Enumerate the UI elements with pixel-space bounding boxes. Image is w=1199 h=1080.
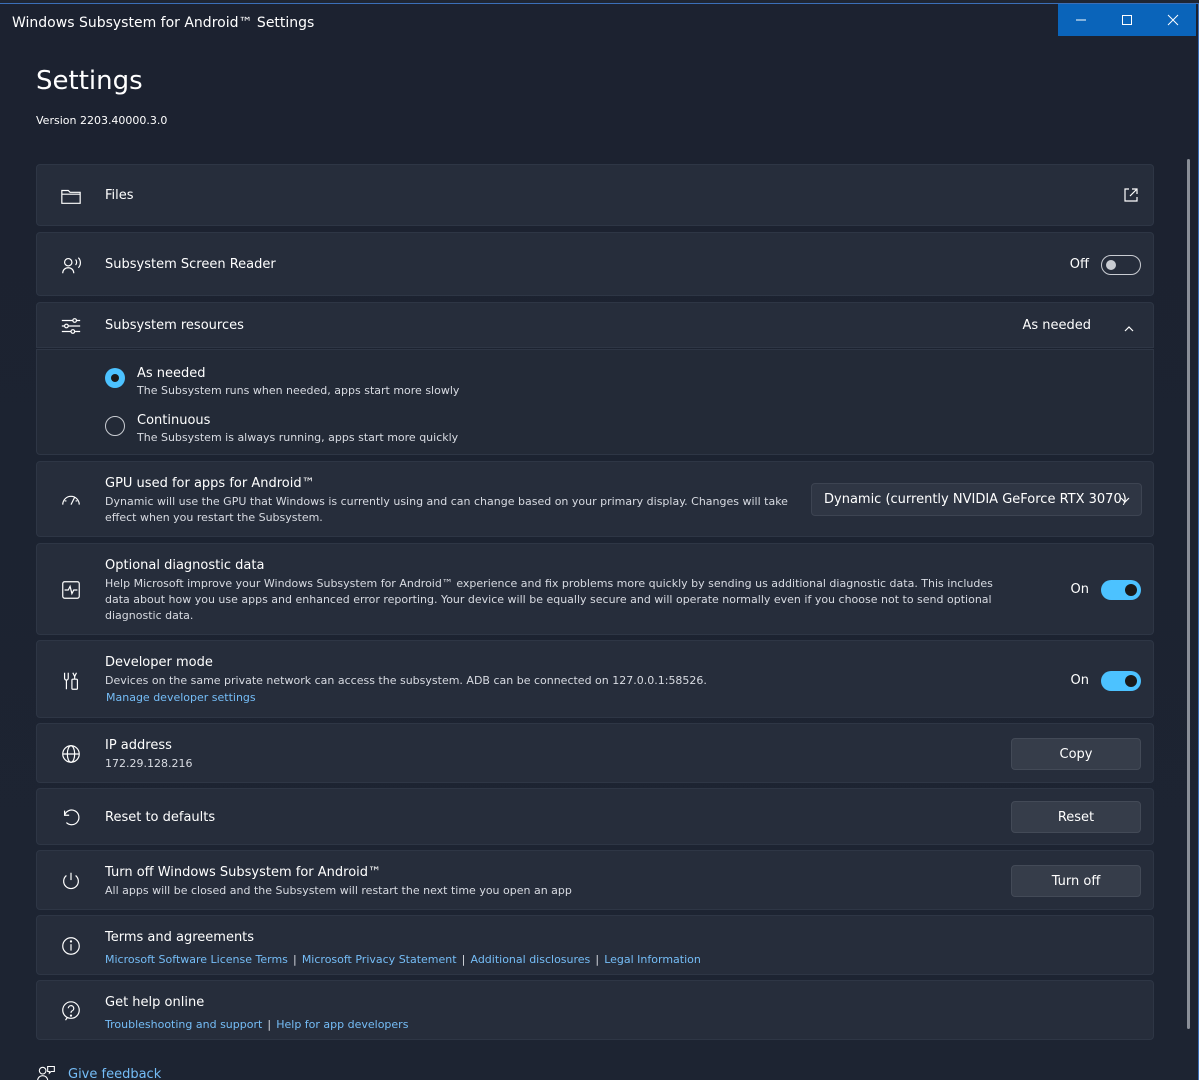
- files-label: Files: [105, 188, 134, 203]
- developer-row: Developer mode Devices on the same priva…: [36, 640, 1154, 718]
- help-row: Get help online Troubleshooting and supp…: [36, 980, 1154, 1040]
- separator: |: [293, 953, 297, 966]
- radio-as-needed[interactable]: [105, 368, 125, 388]
- folder-icon: [59, 184, 83, 208]
- developer-label: Developer mode: [105, 655, 213, 670]
- give-feedback-link[interactable]: Give feedback: [36, 1064, 161, 1080]
- copy-button[interactable]: Copy: [1011, 738, 1141, 770]
- open-external-icon[interactable]: [1123, 187, 1139, 203]
- maximize-icon: [1122, 15, 1132, 25]
- chevron-up-icon[interactable]: [1123, 320, 1135, 339]
- screen-reader-label: Subsystem Screen Reader: [105, 257, 276, 272]
- give-feedback-label: Give feedback: [68, 1066, 162, 1080]
- resources-header[interactable]: Subsystem resources As needed: [36, 302, 1154, 348]
- resources-options: As needed The Subsystem runs when needed…: [36, 349, 1154, 455]
- option-continuous-title: Continuous: [137, 413, 211, 428]
- license-terms-link[interactable]: Microsoft Software License Terms: [105, 953, 288, 966]
- terms-row: Terms and agreements Microsoft Software …: [36, 915, 1154, 975]
- settings-window: Windows Subsystem for Android™ Settings …: [0, 3, 1199, 1080]
- screen-reader-state: Off: [1069, 257, 1089, 272]
- globe-icon: [59, 742, 83, 766]
- manage-developer-settings-link[interactable]: Manage developer settings: [106, 691, 256, 704]
- terms-links: Microsoft Software License Terms | Micro…: [105, 948, 701, 967]
- minimize-button[interactable]: [1058, 4, 1104, 36]
- privacy-statement-link[interactable]: Microsoft Privacy Statement: [302, 953, 457, 966]
- diagnostic-toggle[interactable]: [1101, 580, 1141, 600]
- resources-value: As needed: [1022, 318, 1091, 333]
- option-as-needed-title: As needed: [137, 366, 206, 381]
- turnoff-label: Turn off Windows Subsystem for Android™: [105, 865, 382, 880]
- screen-reader-toggle[interactable]: [1101, 255, 1141, 275]
- gpu-dropdown[interactable]: Dynamic (currently NVIDIA GeForce RTX 30…: [811, 483, 1142, 516]
- help-links: Troubleshooting and support | Help for a…: [105, 1013, 408, 1032]
- scrollbar[interactable]: [1187, 159, 1190, 1029]
- terms-label: Terms and agreements: [105, 930, 255, 945]
- option-continuous-desc: The Subsystem is always running, apps st…: [137, 431, 459, 444]
- close-button[interactable]: [1150, 4, 1196, 36]
- turnoff-desc: All apps will be closed and the Subsyste…: [105, 884, 572, 897]
- chevron-down-icon: [1120, 497, 1130, 503]
- developer-toggle[interactable]: [1101, 671, 1141, 691]
- gpu-selected: Dynamic (currently NVIDIA GeForce RTX 30…: [824, 492, 1127, 507]
- ip-label: IP address: [105, 738, 172, 753]
- close-icon: [1167, 14, 1179, 26]
- resources-label: Subsystem resources: [105, 318, 244, 333]
- screen-reader-row: Subsystem Screen Reader Off: [36, 232, 1154, 296]
- version-label: Version 2203.40000.3.0: [36, 114, 168, 127]
- radio-continuous[interactable]: [105, 416, 125, 436]
- info-icon: [59, 934, 83, 958]
- help-label: Get help online: [105, 995, 205, 1010]
- diagnostic-row: Optional diagnostic data Help Microsoft …: [36, 543, 1154, 635]
- diagnostic-desc: Help Microsoft improve your Windows Subs…: [105, 577, 993, 622]
- screen-reader-icon: [59, 253, 83, 277]
- turnoff-row: Turn off Windows Subsystem for Android™ …: [36, 850, 1154, 910]
- gauge-icon: [59, 488, 83, 512]
- reset-row: Reset to defaults Reset: [36, 788, 1154, 845]
- diagnostic-state: On: [1070, 582, 1089, 597]
- sliders-icon: [59, 314, 83, 338]
- ip-value: 172.29.128.216: [105, 757, 193, 770]
- additional-disclosures-link[interactable]: Additional disclosures: [470, 953, 590, 966]
- minimize-icon: [1076, 19, 1086, 21]
- maximize-button[interactable]: [1104, 4, 1150, 36]
- reset-button[interactable]: Reset: [1011, 801, 1141, 833]
- turn-off-button[interactable]: Turn off: [1011, 865, 1141, 897]
- page-title: Settings: [36, 66, 143, 96]
- gpu-desc: Dynamic will use the GPU that Windows is…: [105, 495, 788, 524]
- gpu-row: GPU used for apps for Android™ Dynamic w…: [36, 461, 1154, 537]
- gpu-label: GPU used for apps for Android™: [105, 476, 315, 491]
- option-as-needed-desc: The Subsystem runs when needed, apps sta…: [137, 384, 460, 397]
- developer-desc: Devices on the same private network can …: [105, 674, 707, 687]
- separator: |: [267, 1018, 272, 1031]
- separator: |: [461, 953, 466, 966]
- help-icon: [59, 999, 83, 1023]
- title-bar: Windows Subsystem for Android™ Settings: [0, 4, 1198, 38]
- window-controls: [1058, 4, 1196, 36]
- power-icon: [59, 869, 83, 893]
- ip-row: IP address 172.29.128.216 Copy: [36, 723, 1154, 783]
- feedback-icon: [37, 1065, 55, 1080]
- legal-information-link[interactable]: Legal Information: [604, 953, 701, 966]
- reset-label: Reset to defaults: [105, 810, 216, 825]
- pulse-icon: [59, 578, 83, 602]
- troubleshooting-link[interactable]: Troubleshooting and support: [105, 1018, 262, 1031]
- app-developers-help-link[interactable]: Help for app developers: [276, 1018, 408, 1031]
- undo-icon: [59, 806, 83, 830]
- window-title: Windows Subsystem for Android™ Settings: [12, 15, 315, 31]
- separator: |: [595, 953, 600, 966]
- files-row[interactable]: Files: [36, 164, 1154, 226]
- diagnostic-label: Optional diagnostic data: [105, 558, 265, 573]
- tools-icon: [59, 669, 83, 693]
- developer-state: On: [1070, 673, 1089, 688]
